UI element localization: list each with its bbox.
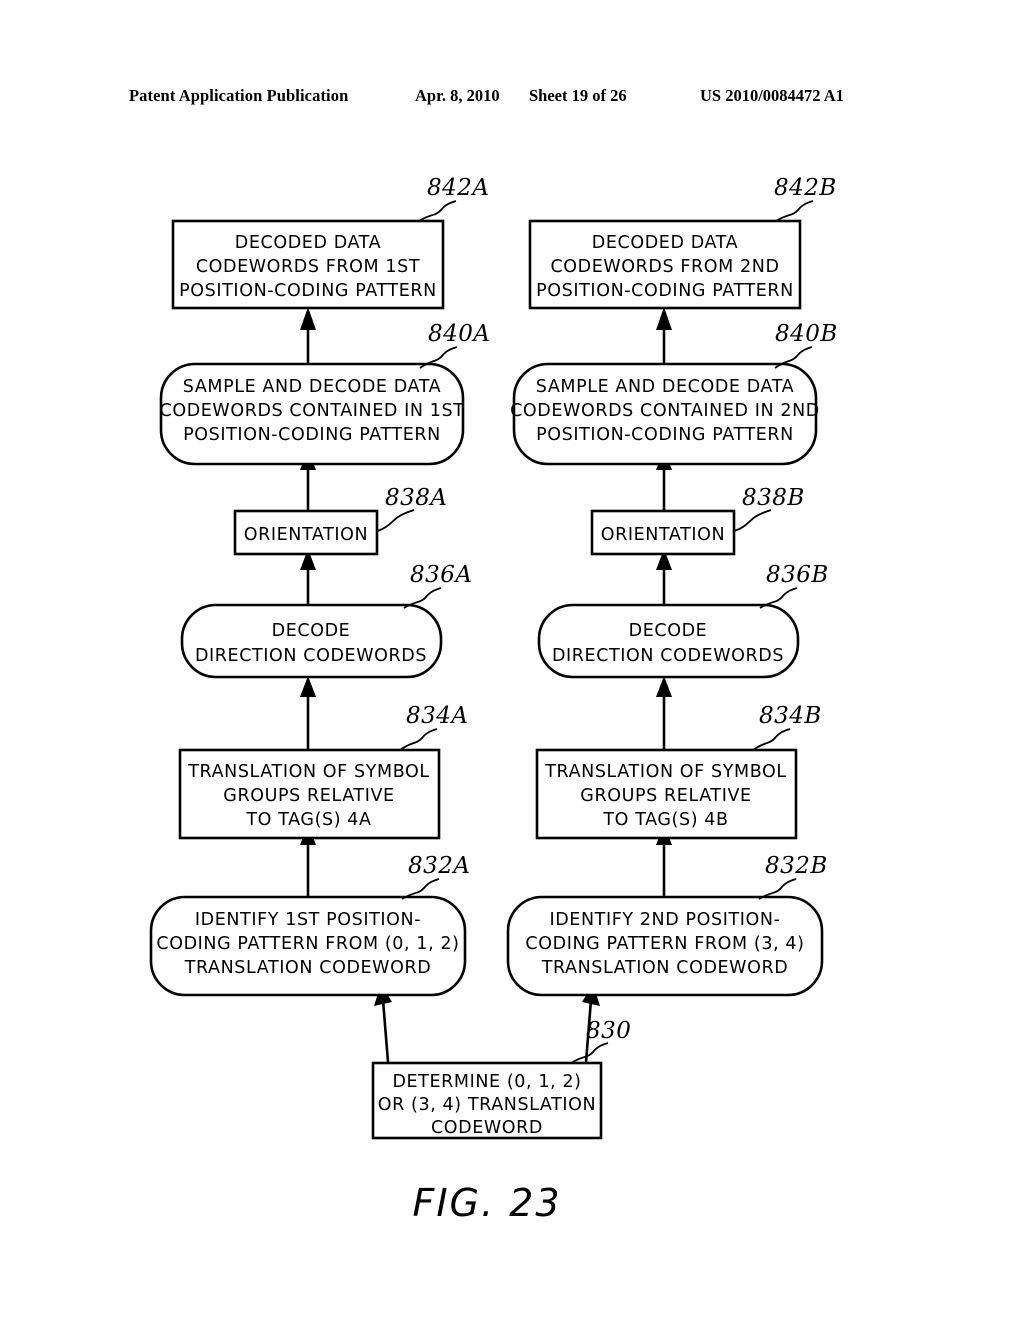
node-842B-line-2: CODEWORDS FROM 2ND: [550, 257, 779, 277]
ref-leader-836A: [403, 587, 442, 609]
node-834A-line-1: TRANSLATION OF SYMBOL: [187, 762, 429, 782]
node-834B[interactable]: TRANSLATION OF SYMBOL GROUPS RELATIVE TO…: [535, 748, 798, 840]
node-832A-line-3: TRANSLATION CODEWORD: [184, 958, 432, 978]
ref-label-840A: 840A: [428, 321, 491, 347]
node-836A-line-2: DIRECTION CODEWORDS: [195, 646, 427, 666]
ref-leader-838A: [376, 509, 415, 532]
ref-leader-842B: [775, 200, 814, 222]
node-830-line-1: DETERMINE (0, 1, 2): [392, 1072, 581, 1092]
node-838A-line-1: ORIENTATION: [244, 525, 369, 545]
node-840A[interactable]: SAMPLE AND DECODE DATA CODEWORDS CONTAIN…: [160, 362, 465, 466]
ref-leader-834A: [399, 728, 438, 751]
node-842A-line-3: POSITION-CODING PATTERN: [179, 281, 437, 301]
node-830-line-2: OR (3, 4) TRANSLATION: [378, 1095, 597, 1115]
ref-label-838B: 838B: [742, 485, 805, 511]
node-840B-line-3: POSITION-CODING PATTERN: [536, 425, 794, 445]
node-836A[interactable]: DECODE DIRECTION CODEWORDS: [180, 603, 443, 679]
patent-page: Patent Application Publication Apr. 8, 2…: [0, 0, 1024, 1320]
ref-label-836B: 836B: [766, 562, 829, 588]
ref-label-840B: 840B: [775, 321, 838, 347]
edge-836A-to-838A: [300, 549, 316, 605]
node-840B[interactable]: SAMPLE AND DECODE DATA CODEWORDS CONTAIN…: [510, 362, 820, 466]
ref-label-832A: 832A: [408, 853, 471, 879]
node-830[interactable]: DETERMINE (0, 1, 2) OR (3, 4) TRANSLATIO…: [371, 1061, 603, 1140]
node-838A[interactable]: ORIENTATION: [233, 509, 379, 556]
node-834B-line-3: TO TAG(S) 4B: [602, 810, 728, 830]
figure-23-flowchart: DECODED DATA CODEWORDS FROM 1ST POSITION…: [149, 175, 838, 1225]
node-832A[interactable]: IDENTIFY 1ST POSITION- CODING PATTERN FR…: [149, 895, 467, 997]
node-842A-line-1: DECODED DATA: [235, 233, 381, 253]
node-832A-line-2: CODING PATTERN FROM (0, 1, 2): [156, 934, 459, 954]
edge-834A-to-836A: [300, 676, 316, 750]
node-832A-line-1: IDENTIFY 1ST POSITION-: [195, 910, 421, 930]
node-838B[interactable]: ORIENTATION: [590, 509, 736, 556]
edge-834B-to-836B: [656, 676, 672, 750]
ref-leader-838B: [733, 509, 772, 532]
edge-840A-to-842A: [300, 307, 316, 364]
edge-836B-to-838B: [656, 549, 672, 605]
ref-label-834B: 834B: [759, 703, 822, 729]
figure-caption: FIG. 23: [412, 1181, 561, 1225]
ref-label-832B: 832B: [765, 853, 828, 879]
node-836B-line-2: DIRECTION CODEWORDS: [552, 646, 784, 666]
node-834A[interactable]: TRANSLATION OF SYMBOL GROUPS RELATIVE TO…: [178, 748, 441, 840]
node-836B[interactable]: DECODE DIRECTION CODEWORDS: [537, 603, 800, 679]
node-836A-line-1: DECODE: [272, 621, 351, 641]
node-842A[interactable]: DECODED DATA CODEWORDS FROM 1ST POSITION…: [171, 219, 445, 310]
node-840A-line-3: POSITION-CODING PATTERN: [183, 425, 441, 445]
node-832B-line-1: IDENTIFY 2ND POSITION-: [549, 910, 780, 930]
node-830-line-3: CODEWORD: [431, 1118, 543, 1138]
node-832B-line-3: TRANSLATION CODEWORD: [541, 958, 789, 978]
ref-label-842B: 842B: [774, 175, 837, 201]
node-840B-line-1: SAMPLE AND DECODE DATA: [536, 377, 794, 397]
ref-label-834A: 834A: [406, 703, 469, 729]
edge-840B-to-842B: [656, 307, 672, 364]
ref-leader-836B: [759, 587, 798, 609]
ref-leader-830: [570, 1042, 609, 1064]
node-836B-line-1: DECODE: [629, 621, 708, 641]
node-840B-line-2: CODEWORDS CONTAINED IN 2ND: [510, 401, 820, 421]
ref-label-830: 830: [586, 1018, 631, 1044]
node-832B[interactable]: IDENTIFY 2ND POSITION- CODING PATTERN FR…: [506, 895, 824, 997]
node-842B-line-3: POSITION-CODING PATTERN: [536, 281, 794, 301]
node-834A-line-2: GROUPS RELATIVE: [223, 786, 394, 806]
node-834B-line-1: TRANSLATION OF SYMBOL: [544, 762, 786, 782]
node-842A-line-2: CODEWORDS FROM 1ST: [196, 257, 420, 277]
node-840A-line-2: CODEWORDS CONTAINED IN 1ST: [160, 401, 465, 421]
ref-label-836A: 836A: [410, 562, 473, 588]
node-832B-line-2: CODING PATTERN FROM (3, 4): [525, 934, 804, 954]
node-842B-line-1: DECODED DATA: [592, 233, 738, 253]
ref-label-842A: 842A: [427, 175, 490, 201]
node-834A-line-3: TO TAG(S) 4A: [245, 810, 371, 830]
ref-leader-842A: [418, 200, 457, 222]
ref-leader-834B: [752, 728, 791, 751]
node-834B-line-2: GROUPS RELATIVE: [580, 786, 751, 806]
node-840A-line-1: SAMPLE AND DECODE DATA: [183, 377, 441, 397]
node-842B[interactable]: DECODED DATA CODEWORDS FROM 2ND POSITION…: [528, 219, 802, 310]
ref-label-838A: 838A: [385, 485, 448, 511]
node-838B-line-1: ORIENTATION: [601, 525, 726, 545]
